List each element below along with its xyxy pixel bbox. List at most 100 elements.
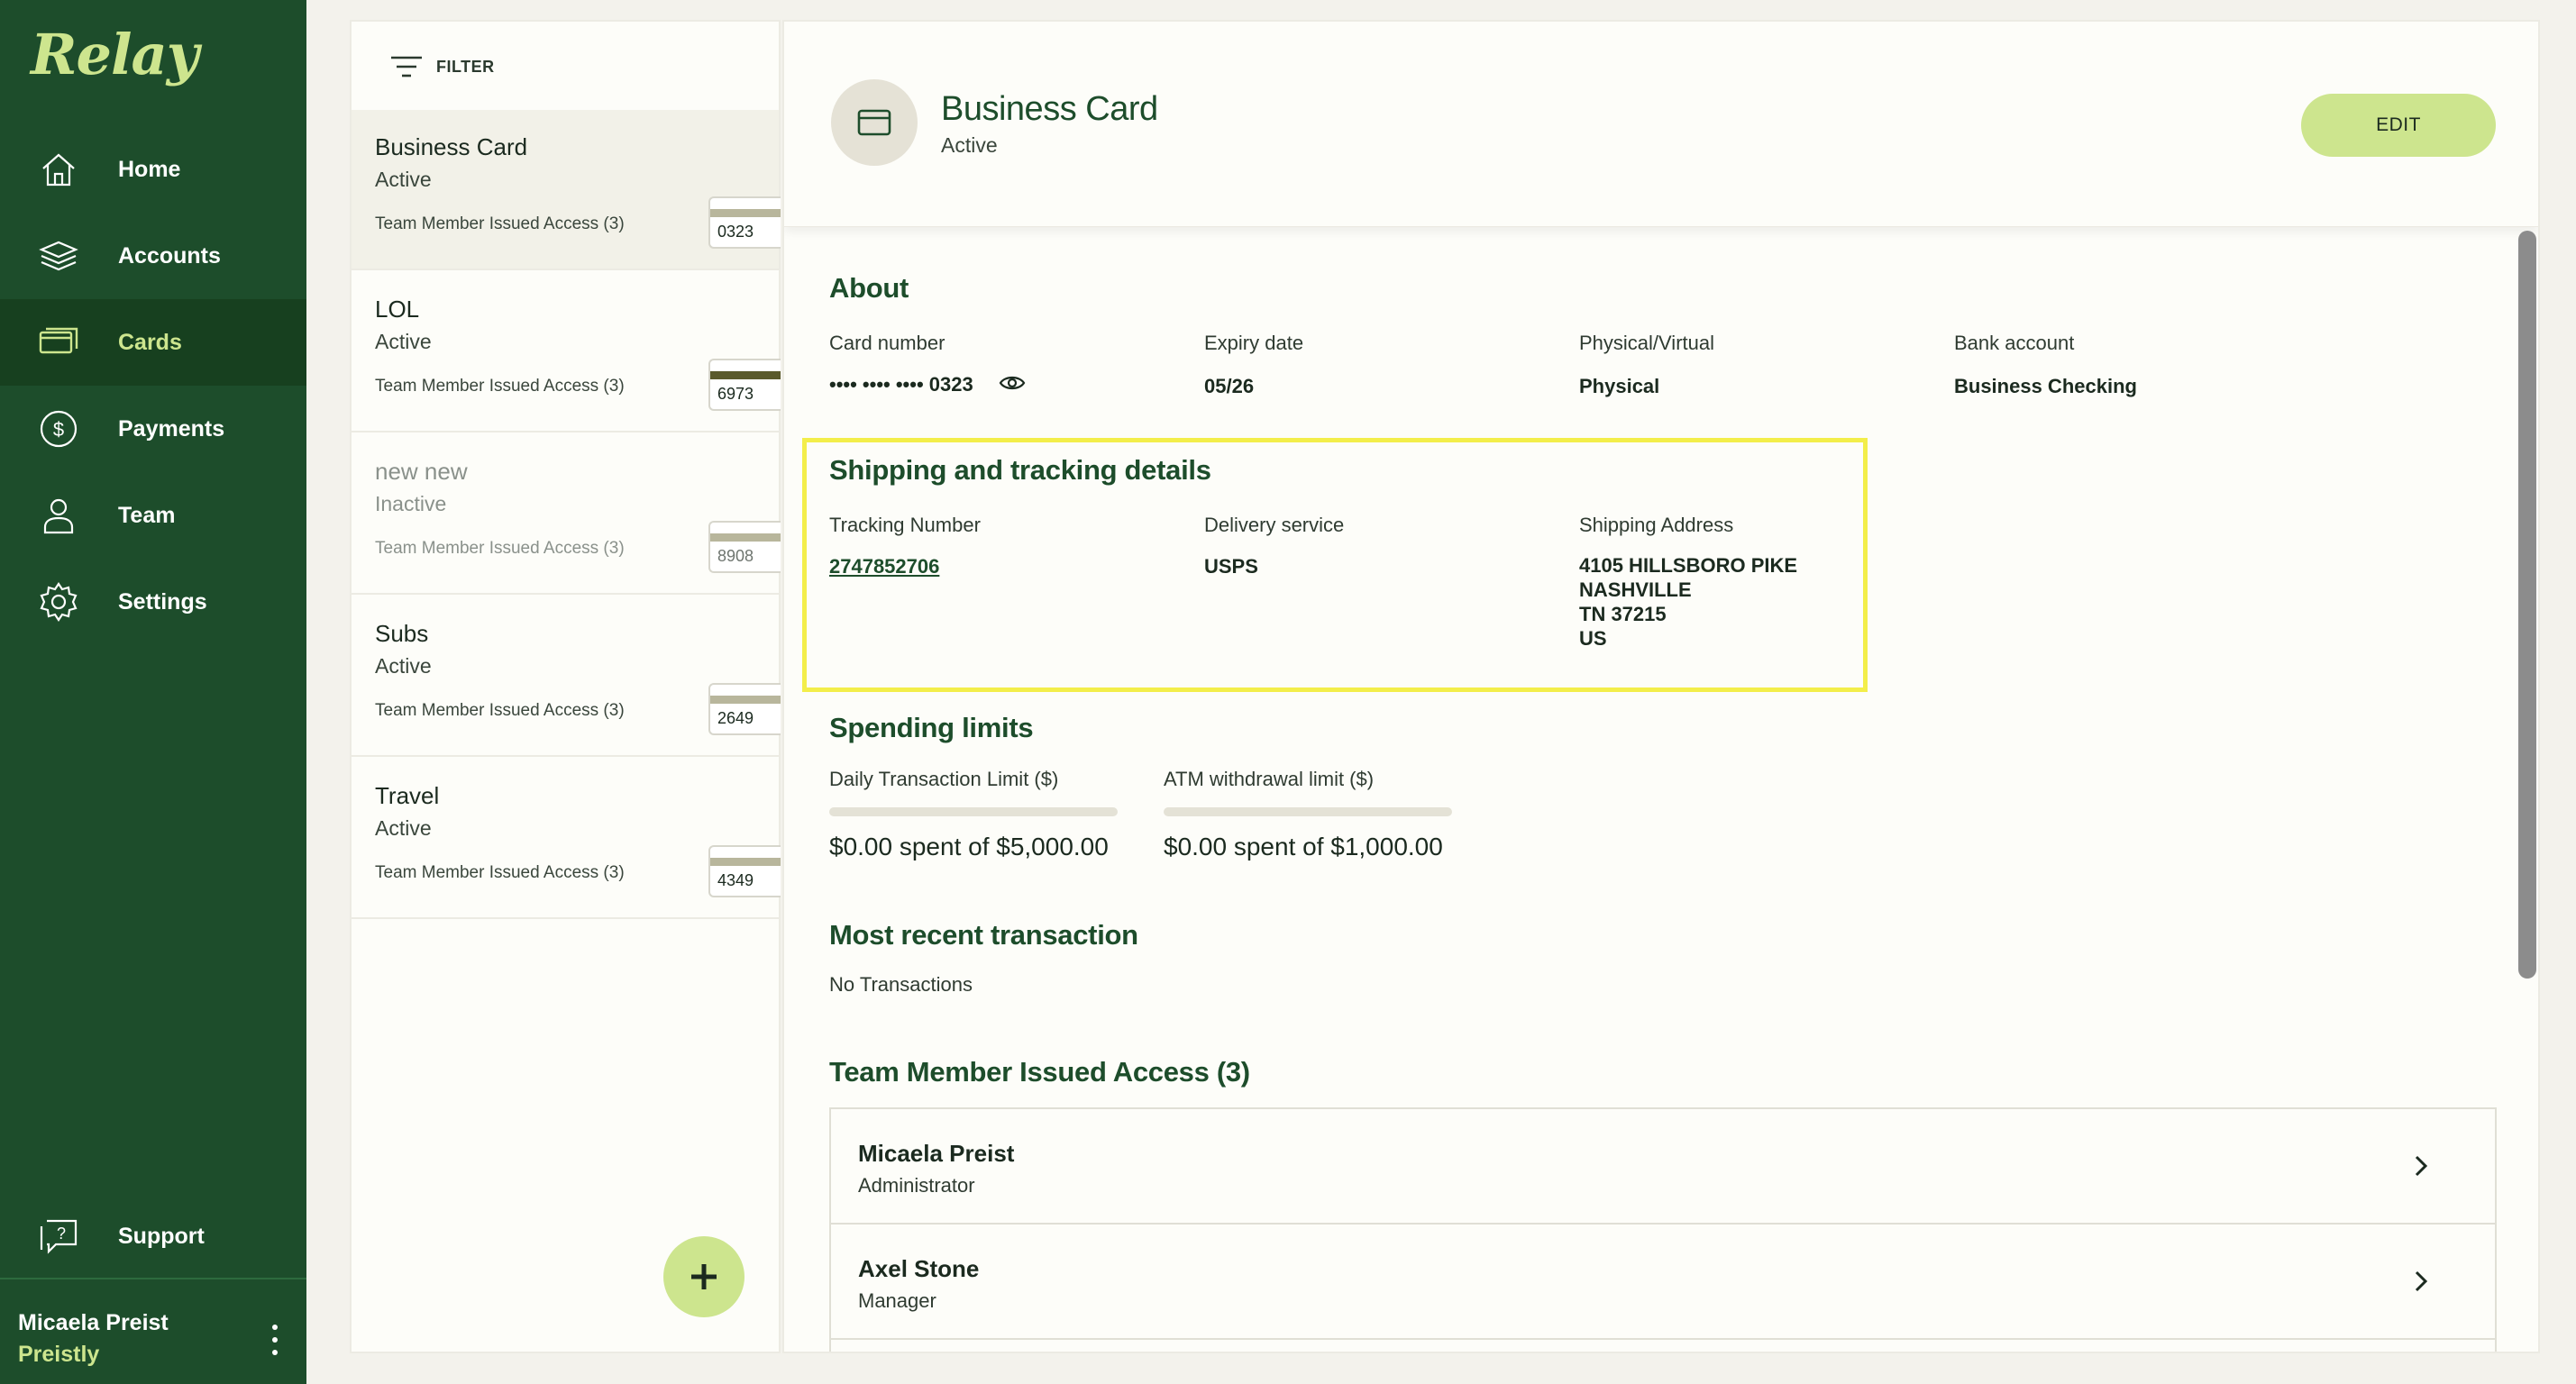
dollar-circle-icon: $ (38, 408, 79, 450)
relay-logo[interactable]: Relay (31, 22, 199, 87)
recent-transaction-heading: Most recent transaction (829, 919, 1138, 951)
about-heading: About (829, 272, 909, 304)
card-last4: 2649 (717, 709, 754, 727)
card-detail-panel: Business Card Active EDIT About Card num… (782, 20, 2540, 1353)
detail-header: Business Card Active EDIT (784, 22, 2538, 227)
sidebar-item-label: Support (118, 1223, 205, 1249)
user-menu-button[interactable] (261, 1325, 288, 1355)
more-vertical-icon (272, 1325, 278, 1330)
card-icon (38, 322, 79, 363)
address-line: US (1579, 627, 1607, 650)
sidebar-item-label: Accounts (118, 242, 221, 269)
sidebar-item-cards[interactable]: Cards (0, 299, 306, 386)
card-list-item[interactable]: Subs Active Team Member Issued Access (3… (352, 596, 781, 757)
card-name: LOL (375, 296, 420, 323)
spending-limits-heading: Spending limits (829, 712, 1034, 743)
card-list-item[interactable]: new new Inactive Team Member Issued Acce… (352, 434, 781, 595)
sidebar-item-label: Cards (118, 329, 182, 355)
help-chat-icon: ? (38, 1216, 79, 1257)
card-list-panel: FILTER Business Card Active Team Member … (350, 20, 781, 1353)
expiry-value: 05/26 (1204, 375, 1255, 397)
member-role: Manager (858, 1289, 936, 1312)
edit-button[interactable]: EDIT (2301, 94, 2496, 157)
plus-icon (691, 1264, 717, 1289)
card-list-item[interactable]: LOL Active Team Member Issued Access (3)… (352, 272, 781, 432)
daily-limit-label: Daily Transaction Limit ($) (829, 768, 1059, 790)
card-last4: 4349 (717, 871, 754, 889)
user-organization: Preistly (18, 1342, 100, 1367)
card-avatar (831, 79, 918, 166)
card-last4: 0323 (717, 223, 754, 241)
card-name: Travel (375, 782, 440, 809)
shipping-heading: Shipping and tracking details (829, 454, 1211, 486)
tracking-number-link[interactable]: 2747852706 (829, 555, 939, 578)
team-member-row[interactable]: Micaela Preist Administrator (831, 1109, 2495, 1225)
filter-label: FILTER (436, 57, 495, 76)
bank-account-label: Bank account (1954, 332, 2075, 354)
sidebar-item-payments[interactable]: $ Payments (0, 386, 306, 472)
address-line: 4105 HILLSBORO PIKE (1579, 554, 1798, 577)
card-status: Active (941, 133, 998, 157)
svg-text:?: ? (57, 1225, 66, 1243)
card-list-item[interactable]: Business Card Active Team Member Issued … (352, 110, 781, 270)
mini-card-thumbnail: 0323 (708, 196, 781, 249)
address-line: TN 37215 (1579, 603, 1667, 625)
card-access: Team Member Issued Access (3) (375, 863, 625, 882)
shipping-address-value: 4105 HILLSBORO PIKE NASHVILLE TN 37215 U… (1579, 553, 1797, 651)
mini-card-thumbnail: 6973 (708, 359, 781, 411)
card-status: Active (375, 168, 432, 191)
card-icon (857, 109, 891, 136)
chevron-right-icon (2415, 1270, 2428, 1292)
sidebar-divider (0, 1278, 306, 1279)
eye-icon[interactable] (999, 373, 1026, 393)
card-access: Team Member Issued Access (3) (375, 377, 625, 396)
mini-card-thumbnail: 4349 (708, 845, 781, 897)
card-access: Team Member Issued Access (3) (375, 539, 625, 558)
physical-virtual-label: Physical/Virtual (1579, 332, 1714, 354)
sidebar-item-label: Team (118, 502, 176, 528)
daily-limit-text: $0.00 spent of $5,000.00 (829, 833, 1109, 860)
delivery-service-label: Delivery service (1204, 514, 1345, 536)
sidebar-item-settings[interactable]: Settings (0, 559, 306, 645)
detail-scrollbar[interactable] (2518, 231, 2536, 979)
card-number-label: Card number (829, 332, 945, 354)
mini-card-thumbnail: 2649 (708, 683, 781, 735)
card-last4: 8908 (717, 547, 754, 565)
card-status: Active (375, 816, 432, 840)
sidebar-item-accounts[interactable]: Accounts (0, 213, 306, 299)
sidebar-item-team[interactable]: Team (0, 472, 306, 559)
person-icon (38, 495, 79, 536)
home-icon (38, 149, 79, 190)
card-list-item[interactable]: Travel Active Team Member Issued Access … (352, 759, 781, 919)
card-name: new new (375, 458, 468, 485)
atm-limit-text: $0.00 spent of $1,000.00 (1164, 833, 1443, 860)
gear-icon (38, 581, 79, 623)
sidebar-item-support[interactable]: ? Support (0, 1193, 306, 1279)
sidebar: Relay Home Accounts Cards $ Payments Tea… (0, 0, 306, 1384)
card-name: Business Card (375, 133, 528, 160)
shipping-address-label: Shipping Address (1579, 514, 1734, 536)
card-status: Active (375, 330, 432, 353)
sidebar-item-label: Settings (118, 588, 207, 615)
svg-text:$: $ (53, 418, 64, 441)
team-member-row[interactable]: Axel Stone Manager (831, 1225, 2495, 1340)
card-number-value: •••• •••• •••• 0323 (829, 373, 973, 396)
chevron-right-icon (2415, 1155, 2428, 1177)
no-transactions-text: No Transactions (829, 973, 973, 996)
member-name: Micaela Preist (858, 1140, 1015, 1167)
member-name: Axel Stone (858, 1255, 980, 1282)
sidebar-item-home[interactable]: Home (0, 126, 306, 213)
card-last4: 6973 (717, 385, 754, 403)
filter-button[interactable]: FILTER (389, 49, 495, 85)
atm-limit-label: ATM withdrawal limit ($) (1164, 768, 1375, 790)
expiry-label: Expiry date (1204, 332, 1304, 354)
page-title: Business Card (941, 90, 1158, 128)
atm-limit-progress (1164, 807, 1452, 816)
filter-icon (391, 56, 422, 77)
card-status: Inactive (375, 492, 447, 515)
card-status: Active (375, 654, 432, 678)
team-access-heading: Team Member Issued Access (3) (829, 1056, 1250, 1088)
layers-icon (38, 235, 79, 277)
add-card-button[interactable] (663, 1236, 744, 1317)
sidebar-item-label: Payments (118, 415, 225, 442)
